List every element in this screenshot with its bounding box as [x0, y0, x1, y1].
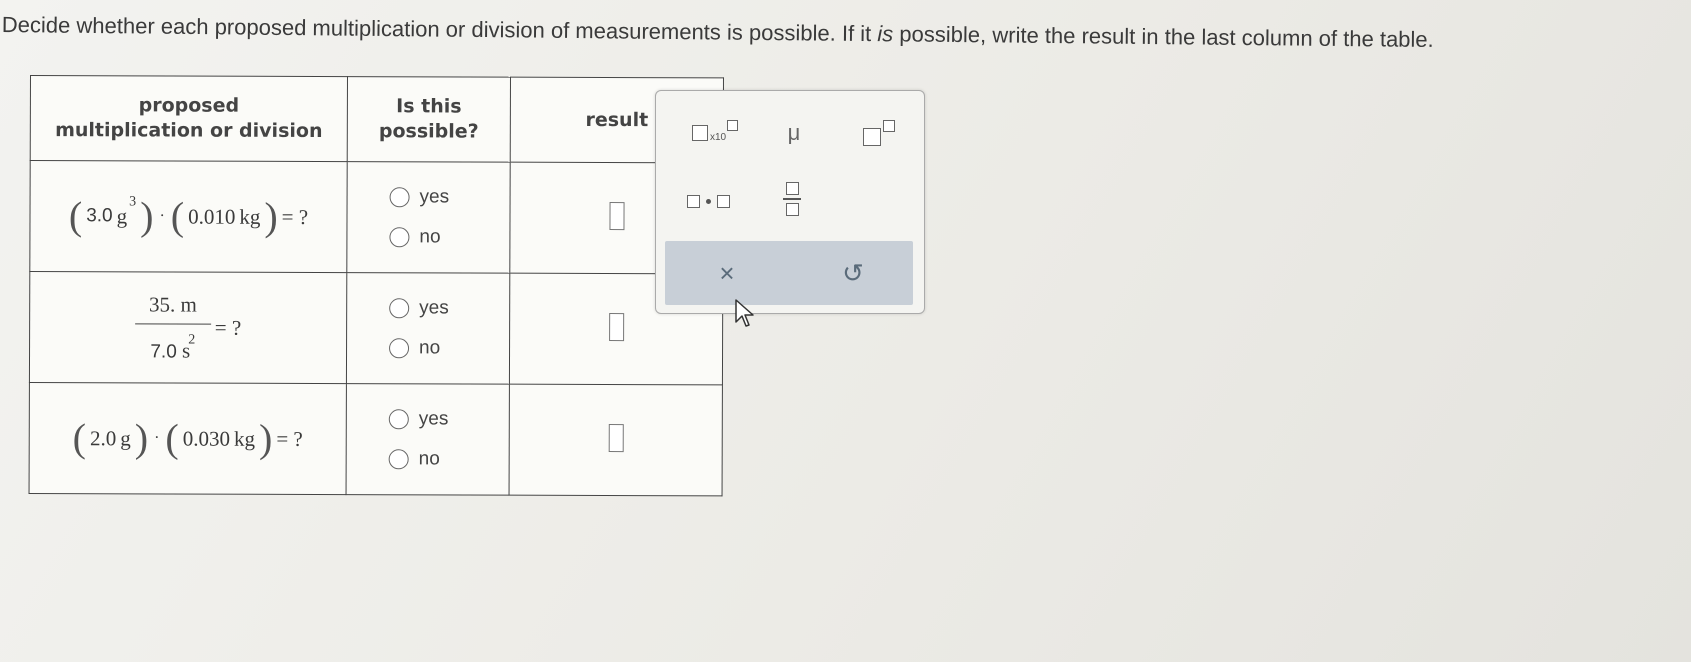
radio-no[interactable]: no: [389, 217, 508, 257]
radio-yes[interactable]: yes: [388, 399, 508, 439]
multiply-button[interactable]: [678, 181, 738, 221]
fraction-bar-icon: [783, 198, 801, 200]
result-input[interactable]: [608, 201, 625, 230]
problem-table: proposed multiplication or division Is t…: [28, 75, 724, 497]
instructions-text: Decide whether each proposed multiplicat…: [1, 12, 878, 47]
placeholder-box-icon: [883, 120, 895, 132]
table-row: 35. m 7.0 s2 = ? yes no: [29, 271, 723, 385]
expression-1: ( 3.0 g3 ) · ( 0.010 kg ) = ?: [68, 193, 309, 239]
possible-cell: yes no: [346, 272, 510, 385]
expression-3: ( 2.0 g ) · ( 0.030 kg ) = ?: [72, 415, 303, 461]
placeholder-box-icon: [863, 128, 881, 146]
expression-2: 35. m 7.0 s2 = ?: [31, 291, 345, 364]
result-input[interactable]: [608, 312, 624, 341]
micro-symbol-button[interactable]: μ: [774, 113, 814, 153]
superscript-button[interactable]: [854, 113, 904, 153]
fraction-button[interactable]: [772, 173, 812, 225]
radio-circle[interactable]: [388, 449, 409, 470]
table-row: ( 2.0 g ) · ( 0.030 kg ) = ? yes no: [29, 382, 723, 496]
undo-button[interactable]: ↺: [833, 253, 873, 293]
dot-icon: [705, 198, 711, 204]
result-cell: [509, 384, 723, 496]
header-possible: Is this possible?: [347, 76, 511, 163]
radio-no[interactable]: no: [388, 439, 508, 479]
math-tool-palette: x10 μ × ↺: [655, 90, 925, 314]
close-icon: ×: [719, 257, 735, 288]
result-input[interactable]: [608, 423, 624, 452]
placeholder-box-icon: [727, 119, 739, 131]
header-proposed: proposed multiplication or division: [30, 75, 348, 162]
instructions-emphasis: is: [877, 21, 894, 47]
mouse-cursor-icon: [735, 299, 754, 327]
instructions: Decide whether each proposed multiplicat…: [2, 12, 1682, 56]
undo-icon: ↺: [842, 257, 864, 288]
radio-yes[interactable]: yes: [389, 288, 508, 328]
action-bar: × ↺: [665, 241, 913, 305]
instructions-text-end: possible, write the result in the last c…: [893, 21, 1434, 52]
expression-cell: ( 3.0 g3 ) · ( 0.010 kg ) = ?: [29, 160, 348, 273]
clear-button[interactable]: ×: [707, 253, 747, 293]
placeholder-box-icon: [785, 202, 799, 216]
table-row: ( 3.0 g3 ) · ( 0.010 kg ) = ? yes no: [29, 160, 724, 274]
radio-circle[interactable]: [389, 227, 410, 248]
expression-cell: 35. m 7.0 s2 = ?: [29, 271, 347, 384]
radio-no[interactable]: no: [389, 328, 508, 368]
placeholder-box-icon: [716, 194, 730, 208]
radio-circle[interactable]: [389, 298, 410, 319]
expression-cell: ( 2.0 g ) · ( 0.030 kg ) = ?: [29, 382, 347, 495]
scientific-notation-button[interactable]: x10: [680, 113, 750, 153]
placeholder-box-icon: [785, 182, 799, 196]
radio-yes[interactable]: yes: [389, 177, 509, 217]
radio-circle[interactable]: [388, 409, 409, 430]
placeholder-box-icon: [686, 194, 700, 208]
fraction: 35. m 7.0 s2: [134, 291, 211, 363]
radio-circle[interactable]: [389, 187, 410, 208]
table-header-row: proposed multiplication or division Is t…: [30, 75, 724, 163]
possible-cell: yes no: [346, 161, 511, 274]
placeholder-box-icon: [691, 125, 708, 141]
possible-cell: yes no: [346, 383, 510, 496]
radio-circle[interactable]: [389, 338, 410, 359]
